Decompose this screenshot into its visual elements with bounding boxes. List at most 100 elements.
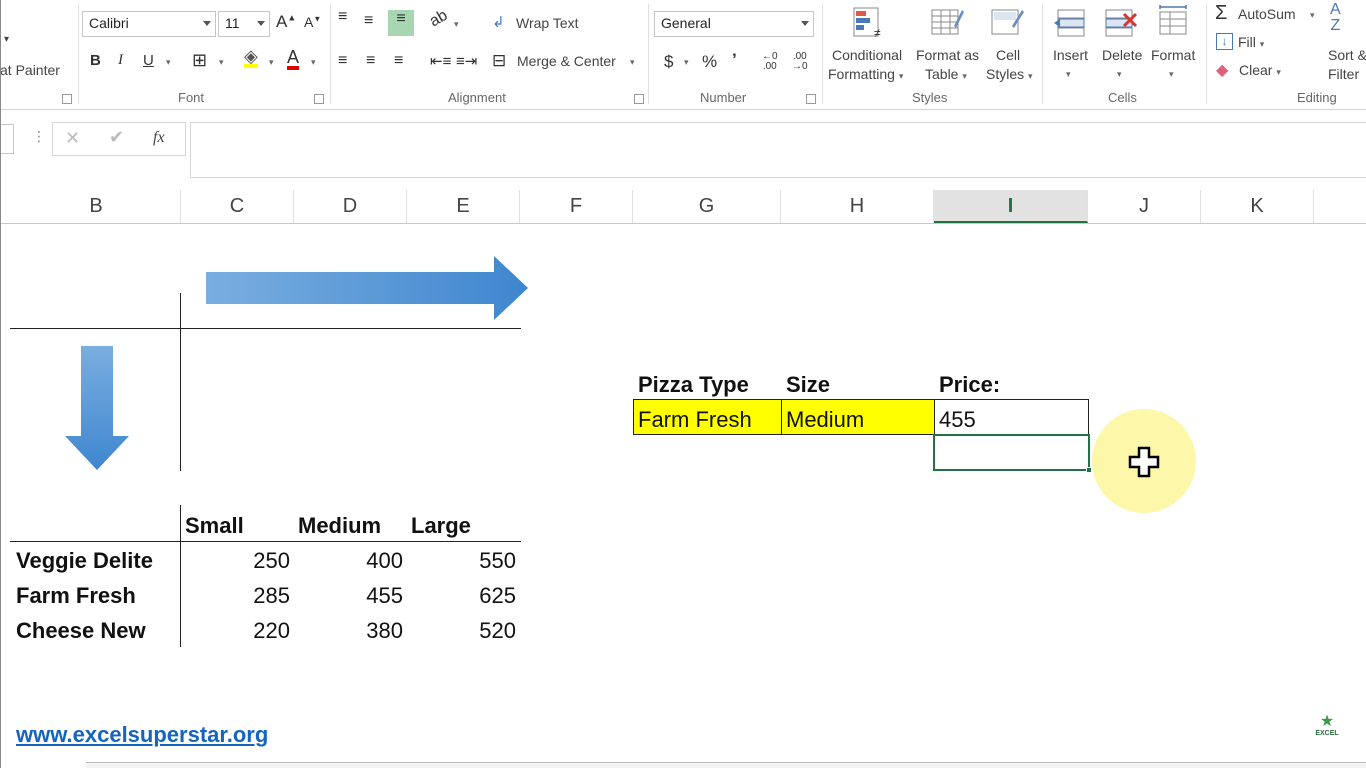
price-cell[interactable]: 550 — [416, 548, 516, 574]
cell-styles-line1[interactable]: Cell — [996, 47, 1020, 63]
format-as-table-icon[interactable] — [930, 6, 964, 40]
selected-cell[interactable] — [933, 434, 1090, 471]
autosum-dropdown-icon[interactable]: ▾ — [1310, 10, 1315, 21]
top-align-icon[interactable]: ≡ — [338, 8, 347, 26]
currency-button[interactable]: $ — [664, 52, 673, 72]
column-header-k[interactable]: K — [1201, 190, 1314, 223]
currency-dropdown-icon[interactable]: ▾ — [684, 57, 689, 68]
underline-dropdown-icon[interactable]: ▾ — [166, 57, 171, 68]
conditional-formatting-line2[interactable]: Formatting ▾ — [828, 66, 903, 82]
formula-input[interactable] — [190, 122, 1366, 178]
insert-cells-icon[interactable] — [1054, 6, 1088, 40]
right-arrow-shape[interactable] — [204, 254, 530, 322]
row-label-cheese-new[interactable]: Cheese New — [16, 618, 146, 644]
price-cell[interactable]: 520 — [416, 618, 516, 644]
row-label-veggie-delite[interactable]: Veggie Delite — [16, 548, 153, 574]
underline-button[interactable]: U — [143, 52, 154, 69]
orientation-icon[interactable]: ab — [427, 7, 451, 31]
price-cell[interactable]: 455 — [303, 583, 403, 609]
autosum-button[interactable]: AutoSum — [1238, 6, 1296, 22]
cancel-icon[interactable]: ✕ — [65, 128, 80, 149]
italic-button[interactable]: I — [118, 52, 123, 69]
sort-filter-line2[interactable]: Filter — [1328, 66, 1359, 82]
format-cells-icon[interactable] — [1156, 4, 1190, 38]
format-painter-button[interactable]: at Painter — [0, 62, 60, 78]
format-as-table-line1[interactable]: Format as — [916, 47, 979, 63]
percent-button[interactable]: % — [702, 52, 717, 72]
font-size-combo[interactable]: 11 — [218, 11, 270, 37]
increase-decimal-icon[interactable]: ←0 .00 — [762, 52, 778, 72]
lookup-header-price[interactable]: Price: — [939, 372, 1000, 398]
conditional-formatting-icon[interactable]: ≠ — [852, 6, 886, 40]
sort-filter-icon[interactable]: AZ — [1330, 2, 1341, 34]
row-label-farm-fresh[interactable]: Farm Fresh — [16, 583, 136, 609]
decrease-decimal-icon[interactable]: .00 →0 — [792, 52, 808, 72]
align-center-icon[interactable]: ≡ — [366, 52, 375, 70]
enter-icon[interactable]: ✔ — [109, 127, 124, 148]
font-name-combo[interactable]: Calibri — [82, 11, 216, 37]
delete-button[interactable]: Delete — [1102, 47, 1142, 63]
size-header-large[interactable]: Large — [411, 513, 471, 539]
fill-color-icon[interactable]: ◈ — [244, 47, 258, 68]
column-header-i[interactable]: I — [934, 190, 1088, 223]
merge-center-button[interactable]: Merge & Center — [517, 53, 616, 69]
insert-dropdown-icon[interactable]: ▾ — [1066, 69, 1071, 80]
bold-button[interactable]: B — [90, 52, 101, 69]
lookup-price-value[interactable]: 455 — [939, 407, 976, 433]
shrink-font-icon[interactable]: A▼ — [304, 14, 321, 30]
fill-button[interactable]: Fill ▾ — [1238, 34, 1264, 50]
lookup-pizza-type-value[interactable]: Farm Fresh — [638, 407, 752, 433]
autosum-icon[interactable]: Σ — [1215, 2, 1227, 25]
name-box[interactable] — [0, 124, 14, 154]
middle-align-icon[interactable]: ≡ — [364, 12, 373, 30]
format-as-table-line2[interactable]: Table ▾ — [925, 66, 967, 82]
cell-styles-line2[interactable]: Styles ▾ — [986, 66, 1033, 82]
align-left-icon[interactable]: ≡ — [338, 52, 347, 70]
increase-indent-icon[interactable]: ≡⇥ — [456, 52, 477, 70]
merge-dropdown-icon[interactable]: ▾ — [630, 57, 635, 68]
number-format-combo[interactable]: General — [654, 11, 814, 37]
size-header-medium[interactable]: Medium — [298, 513, 381, 539]
delete-dropdown-icon[interactable]: ▾ — [1117, 69, 1122, 80]
clear-button[interactable]: Clear ▾ — [1239, 62, 1281, 78]
column-header-h[interactable]: H — [781, 190, 934, 223]
font-color-icon[interactable]: A — [287, 48, 300, 70]
insert-function-icon[interactable]: fx — [153, 129, 165, 147]
lookup-size-value[interactable]: Medium — [786, 407, 864, 433]
price-cell[interactable]: 220 — [190, 618, 290, 644]
clipboard-launcher-icon[interactable] — [62, 94, 72, 104]
conditional-formatting-line1[interactable]: Conditional — [832, 47, 902, 63]
down-arrow-shape[interactable] — [62, 344, 132, 474]
fill-color-dropdown-icon[interactable]: ▾ — [269, 57, 274, 68]
grow-font-icon[interactable]: A▲ — [276, 12, 296, 32]
bottom-align-icon[interactable]: ≡ — [388, 10, 414, 36]
eraser-icon[interactable]: ◆ — [1216, 60, 1228, 80]
number-launcher-icon[interactable] — [806, 94, 816, 104]
column-header-b[interactable]: B — [12, 190, 181, 223]
insert-button[interactable]: Insert — [1053, 47, 1088, 63]
lookup-header-pizza-type[interactable]: Pizza Type — [638, 372, 749, 398]
fill-down-icon[interactable]: ↓ — [1216, 33, 1233, 50]
price-cell[interactable]: 625 — [416, 583, 516, 609]
borders-icon[interactable]: ⊞ — [192, 50, 207, 71]
sort-filter-line1[interactable]: Sort & — [1328, 47, 1366, 63]
format-dropdown-icon[interactable]: ▾ — [1169, 69, 1174, 80]
alignment-launcher-icon[interactable] — [634, 94, 644, 104]
delete-cells-icon[interactable] — [1104, 6, 1138, 40]
column-header-g[interactable]: G — [633, 190, 781, 223]
lookup-header-size[interactable]: Size — [786, 372, 830, 398]
wrap-text-button[interactable]: Wrap Text — [516, 15, 579, 31]
orientation-dropdown-icon[interactable]: ▾ — [454, 19, 459, 30]
column-header-f[interactable]: F — [520, 190, 633, 223]
price-cell[interactable]: 400 — [303, 548, 403, 574]
website-link[interactable]: www.excelsuperstar.org — [16, 722, 268, 748]
merge-center-icon[interactable]: ⊟ — [492, 51, 506, 71]
comma-style-button[interactable]: ’ — [732, 50, 737, 70]
price-cell[interactable]: 380 — [303, 618, 403, 644]
column-header-c[interactable]: C — [181, 190, 294, 223]
align-right-icon[interactable]: ≡ — [394, 52, 403, 70]
wrap-text-icon[interactable]: ↲ — [492, 13, 505, 31]
price-cell[interactable]: 250 — [190, 548, 290, 574]
fill-handle[interactable] — [1086, 467, 1092, 473]
font-launcher-icon[interactable] — [314, 94, 324, 104]
